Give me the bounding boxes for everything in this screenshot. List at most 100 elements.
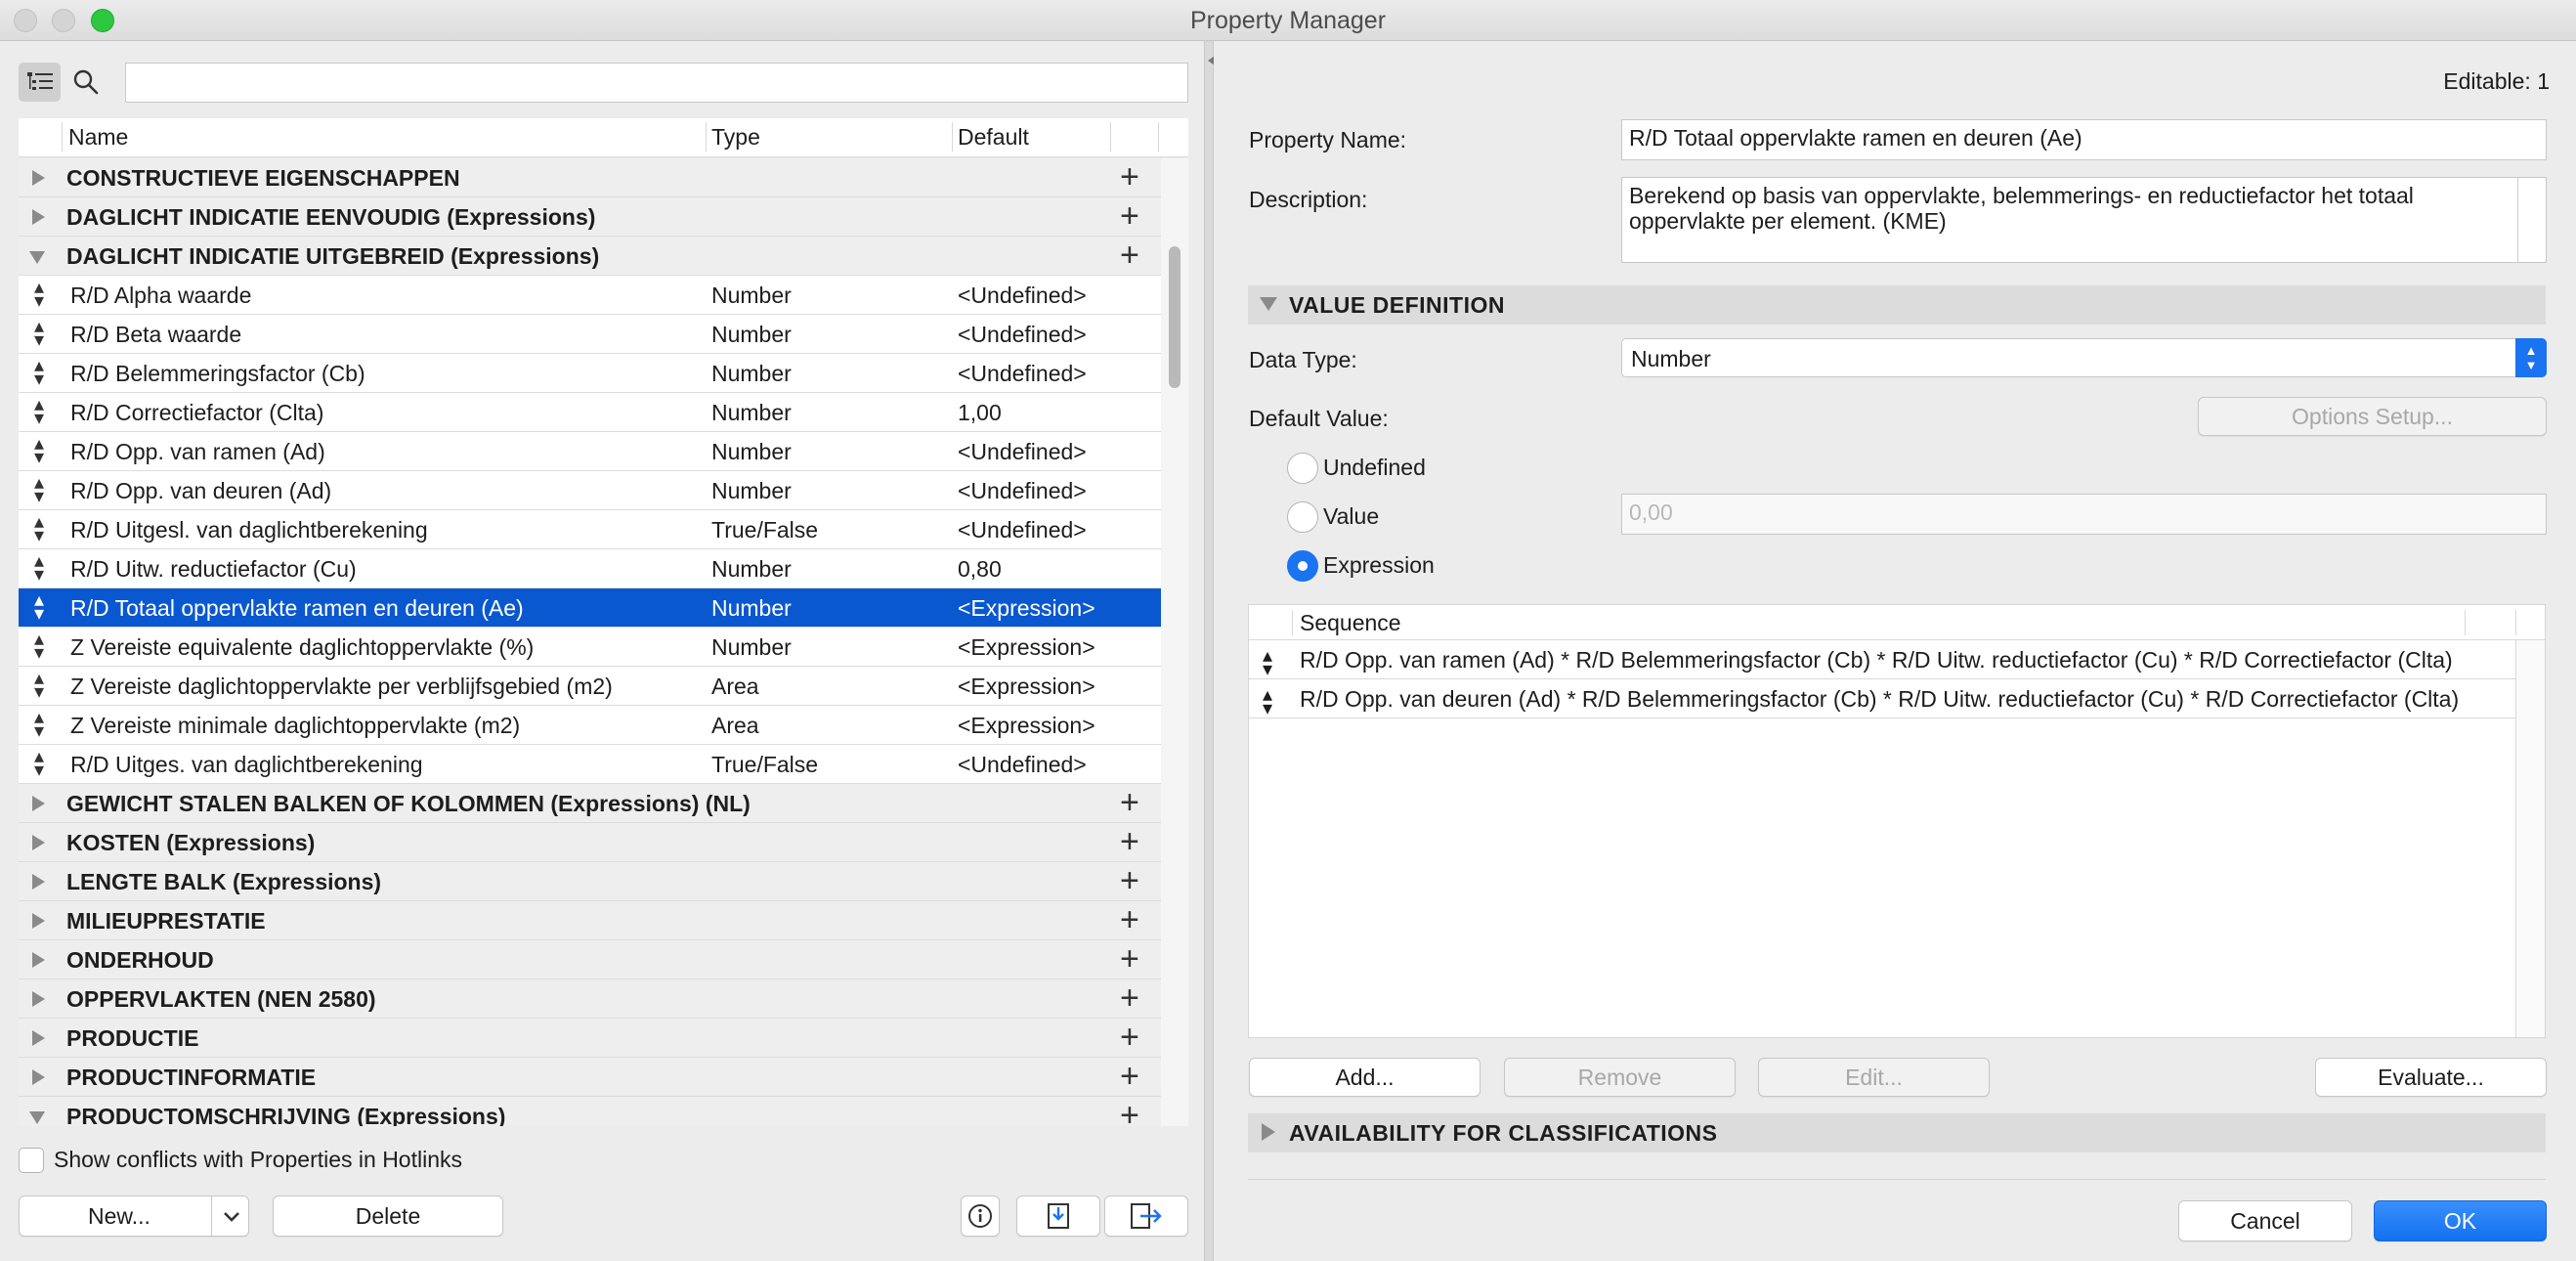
- property-group-row[interactable]: LENGTE BALK (Expressions) +: [19, 862, 1161, 901]
- sequence-row[interactable]: ▴ ▾ R/D Opp. van ramen (Ad) * R/D Belemme…: [1249, 640, 2515, 679]
- add-property-icon[interactable]: +: [1120, 825, 1139, 858]
- drag-handle-icon[interactable]: ▴ ▾: [32, 747, 46, 780]
- drag-handle-icon[interactable]: ▴ ▾: [1263, 646, 1272, 679]
- property-row[interactable]: ▴ ▾ R/D Correctiefactor (Clta) Number 1,00: [19, 393, 1161, 432]
- undefined-radio-label[interactable]: Undefined: [1323, 455, 1426, 481]
- default-value-field[interactable]: 0,00: [1621, 494, 2547, 535]
- property-group-row[interactable]: ONDERHOUD +: [19, 940, 1161, 979]
- drag-handle-icon[interactable]: ▴ ▾: [32, 434, 46, 467]
- availability-section[interactable]: AVAILABILITY FOR CLASSIFICATIONS: [1248, 1113, 2546, 1152]
- search-button[interactable]: [66, 63, 106, 102]
- property-row[interactable]: ▴ ▾ R/D Uitw. reductiefactor (Cu) Number 0,8…: [19, 549, 1161, 588]
- disclosure-closed-icon[interactable]: [32, 796, 45, 811]
- value-definition-section[interactable]: VALUE DEFINITION: [1248, 285, 2546, 325]
- new-button[interactable]: New...: [19, 1196, 249, 1237]
- disclosure-open-icon[interactable]: [29, 251, 45, 264]
- property-group-row[interactable]: OPPERVLAKTEN (NEN 2580) +: [19, 979, 1161, 1019]
- property-group-row[interactable]: GEWICHT STALEN BALKEN OF KOLOMMEN (Expre…: [19, 784, 1161, 823]
- disclosure-closed-icon[interactable]: [32, 835, 45, 850]
- info-button[interactable]: [961, 1196, 1000, 1237]
- drag-handle-icon[interactable]: ▴ ▾: [32, 551, 46, 585]
- property-group-row[interactable]: PRODUCTINFORMATIE +: [19, 1058, 1161, 1097]
- drag-handle-icon[interactable]: ▴ ▾: [1263, 685, 1272, 718]
- remove-button[interactable]: Remove: [1504, 1058, 1736, 1097]
- property-group-row[interactable]: DAGLICHT INDICATIE UITGEBREID (Expressio…: [19, 237, 1161, 276]
- drag-handle-icon[interactable]: ▴ ▾: [32, 708, 46, 741]
- property-row[interactable]: ▴ ▾ R/D Beta waarde Number <Undefined>: [19, 315, 1161, 354]
- disclosure-closed-icon[interactable]: [32, 952, 45, 968]
- property-group-row[interactable]: PRODUCTOMSCHRIJVING (Expressions) +: [19, 1097, 1161, 1126]
- add-property-icon[interactable]: +: [1120, 199, 1139, 233]
- property-tree-list[interactable]: CONSTRUCTIEVE EIGENSCHAPPEN + DAGLICHT IND…: [19, 158, 1161, 1126]
- property-row[interactable]: ▴ ▾ Z Vereiste daglichtoppervlakte per ver…: [19, 667, 1161, 706]
- import-button[interactable]: [1016, 1196, 1100, 1237]
- property-group-row[interactable]: DAGLICHT INDICATIE EENVOUDIG (Expression…: [19, 197, 1161, 237]
- property-row[interactable]: ▴ ▾ R/D Opp. van deuren (Ad) Number <Undefin…: [19, 471, 1161, 510]
- type-column-header[interactable]: Type: [711, 124, 760, 151]
- property-row[interactable]: ▴ ▾ R/D Opp. van ramen (Ad) Number <Undefine…: [19, 432, 1161, 471]
- show-conflicts-checkbox[interactable]: [19, 1147, 44, 1173]
- drag-handle-icon[interactable]: ▴ ▾: [32, 278, 46, 311]
- add-property-icon[interactable]: +: [1120, 903, 1139, 936]
- ok-button[interactable]: OK: [2374, 1200, 2547, 1241]
- drag-handle-icon[interactable]: ▴ ▾: [32, 630, 46, 663]
- disclosure-closed-icon[interactable]: [32, 1030, 45, 1046]
- chevron-down-icon[interactable]: [222, 1210, 241, 1224]
- sequence-scrollbar[interactable]: [2515, 640, 2545, 1037]
- property-row[interactable]: ▴ ▾ R/D Uitgesl. van daglichtberekening Tru…: [19, 510, 1161, 549]
- disclosure-closed-icon[interactable]: [32, 209, 45, 225]
- undefined-radio[interactable]: [1287, 453, 1318, 484]
- sequence-row[interactable]: ▴ ▾ R/D Opp. van deuren (Ad) * R/D Belemm…: [1249, 679, 2515, 718]
- drag-handle-icon[interactable]: ▴ ▾: [32, 356, 46, 389]
- property-row[interactable]: ▴ ▾ R/D Alpha waarde Number <Undefined>: [19, 276, 1161, 315]
- drag-handle-icon[interactable]: ▴ ▾: [32, 473, 46, 506]
- export-button[interactable]: [1104, 1196, 1188, 1237]
- property-group-row[interactable]: PRODUCTIE +: [19, 1019, 1161, 1058]
- list-scrollbar[interactable]: [1161, 158, 1188, 1126]
- delete-button[interactable]: Delete: [273, 1196, 503, 1237]
- drag-handle-icon[interactable]: ▴ ▾: [32, 590, 46, 624]
- property-group-row[interactable]: CONSTRUCTIEVE EIGENSCHAPPEN +: [19, 158, 1161, 197]
- expression-radio[interactable]: [1287, 550, 1318, 582]
- search-input[interactable]: [125, 63, 1188, 103]
- pane-splitter[interactable]: [1204, 41, 1214, 1261]
- add-property-icon[interactable]: +: [1120, 1099, 1139, 1126]
- property-row[interactable]: ▴ ▾ Z Vereiste equivalente daglichtoppervl…: [19, 628, 1161, 667]
- name-column-header[interactable]: Name: [68, 124, 128, 151]
- disclosure-open-icon[interactable]: [29, 1111, 45, 1124]
- property-name-field[interactable]: R/D Totaal oppervlakte ramen en deuren (…: [1621, 119, 2547, 160]
- value-radio[interactable]: [1287, 501, 1318, 533]
- drag-handle-icon[interactable]: ▴ ▾: [32, 317, 46, 350]
- add-property-icon[interactable]: +: [1120, 160, 1139, 194]
- disclosure-closed-icon[interactable]: [32, 913, 45, 929]
- property-row[interactable]: ▴ ▾ R/D Uitges. van daglichtberekening True…: [19, 745, 1161, 784]
- property-row[interactable]: ▴ ▾ R/D Belemmeringsfactor (Cb) Number <Unde…: [19, 354, 1161, 393]
- value-radio-label[interactable]: Value: [1323, 503, 1379, 530]
- expression-sequence-table[interactable]: Sequence ▴ ▾ R/D Opp. van ramen (Ad) * R/…: [1248, 604, 2546, 1038]
- cancel-button[interactable]: Cancel: [2178, 1200, 2352, 1241]
- add-property-icon[interactable]: +: [1120, 239, 1139, 272]
- data-type-select[interactable]: Number ▲ ▼: [1621, 338, 2547, 377]
- evaluate-button[interactable]: Evaluate...: [2315, 1058, 2547, 1097]
- expression-radio-label[interactable]: Expression: [1323, 552, 1435, 579]
- add-property-icon[interactable]: +: [1120, 786, 1139, 819]
- drag-handle-icon[interactable]: ▴ ▾: [32, 512, 46, 545]
- add-property-icon[interactable]: +: [1120, 1021, 1139, 1054]
- disclosure-closed-icon[interactable]: [32, 874, 45, 890]
- add-property-icon[interactable]: +: [1120, 981, 1139, 1015]
- disclosure-closed-icon[interactable]: [32, 1069, 45, 1085]
- property-group-row[interactable]: KOSTEN (Expressions) +: [19, 823, 1161, 862]
- drag-handle-icon[interactable]: ▴ ▾: [32, 395, 46, 428]
- options-setup-button[interactable]: Options Setup...: [2198, 397, 2547, 436]
- property-row[interactable]: ▴ ▾ Z Vereiste minimale daglichtoppervlakt…: [19, 706, 1161, 745]
- show-conflicts-option[interactable]: Show conflicts with Properties in Hotlin…: [19, 1147, 462, 1173]
- description-field[interactable]: Berekend op basis van oppervlakte, belem…: [1621, 177, 2547, 263]
- list-scroll-thumb[interactable]: [1169, 246, 1181, 388]
- disclosure-closed-icon[interactable]: [32, 991, 45, 1007]
- property-group-row[interactable]: MILIEUPRESTATIE +: [19, 901, 1161, 940]
- property-row[interactable]: ▴ ▾ R/D Totaal oppervlakte ramen en deuren…: [19, 588, 1161, 628]
- edit-button[interactable]: Edit...: [1758, 1058, 1990, 1097]
- disclosure-closed-icon[interactable]: [32, 170, 45, 186]
- add-property-icon[interactable]: +: [1120, 942, 1139, 976]
- add-property-icon[interactable]: +: [1120, 1060, 1139, 1093]
